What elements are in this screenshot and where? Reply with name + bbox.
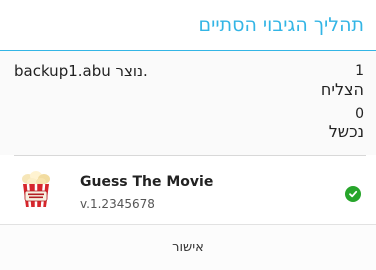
check-circle-icon [345,186,361,202]
summary-divider [14,155,366,156]
succeeded-count: 1 [355,63,364,79]
app-name: Guess The Movie [80,174,214,190]
backup-file-message: backup1.abu נוצר. [14,62,148,80]
succeeded-label: הצליח [320,80,364,99]
failed-label: נכשל [328,122,364,141]
dialog-title: תהליך הגיבוי הסתיים [198,14,364,36]
popcorn-movie-icon [19,170,53,208]
app-version: v.1.2345678 [80,197,155,211]
failed-count: 0 [355,106,364,122]
backup-complete-dialog: תהליך הגיבוי הסתיים backup1.abu נוצר. 1 … [0,0,376,270]
dialog-header: תהליך הגיבוי הסתיים [0,0,376,50]
ok-button-label: אישור [172,240,204,255]
app-list-item [0,160,376,220]
ok-button[interactable]: אישור [0,224,376,270]
